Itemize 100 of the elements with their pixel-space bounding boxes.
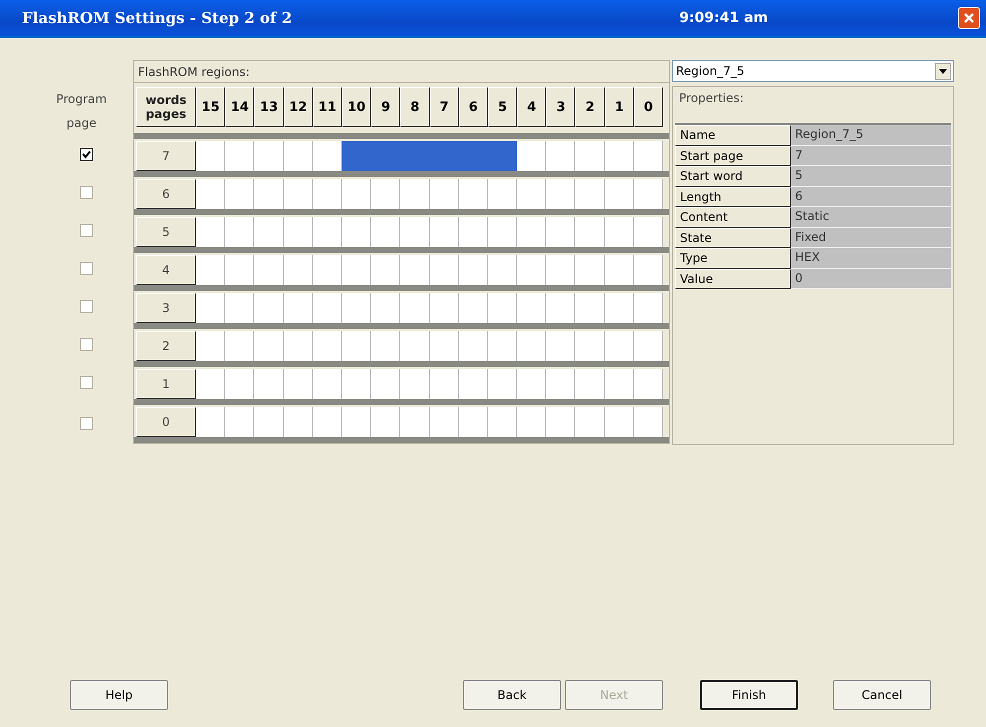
word-cell[interactable] — [371, 369, 400, 399]
word-cell[interactable] — [517, 255, 546, 285]
word-cell[interactable] — [312, 141, 342, 171]
word-cell[interactable] — [371, 217, 400, 247]
word-cell[interactable] — [430, 179, 459, 209]
word-cell[interactable] — [312, 293, 342, 323]
word-cell[interactable] — [546, 293, 576, 323]
word-cell[interactable] — [634, 255, 663, 285]
word-cell[interactable] — [342, 293, 372, 323]
program-checkbox[interactable] — [80, 300, 93, 312]
program-checkbox[interactable] — [80, 338, 93, 350]
word-cell[interactable] — [488, 255, 518, 285]
word-cell[interactable] — [342, 179, 372, 209]
word-cell[interactable] — [517, 293, 546, 323]
word-cell[interactable] — [284, 369, 313, 399]
word-cell[interactable] — [284, 141, 313, 171]
word-cell[interactable] — [312, 217, 342, 247]
page-row-header[interactable]: 3 — [136, 293, 196, 323]
word-cell[interactable] — [371, 407, 400, 437]
word-cell[interactable] — [575, 331, 605, 361]
word-cell[interactable] — [458, 255, 488, 285]
word-cell[interactable] — [312, 331, 342, 361]
word-cell[interactable] — [254, 407, 284, 437]
word-cell[interactable] — [575, 141, 605, 171]
word-cell[interactable] — [225, 369, 254, 399]
word-cell[interactable] — [284, 407, 313, 437]
word-cell[interactable] — [400, 217, 430, 247]
word-cell[interactable] — [546, 369, 576, 399]
word-cell[interactable] — [458, 179, 488, 209]
word-cell[interactable] — [604, 179, 634, 209]
word-cell[interactable] — [546, 217, 576, 247]
dialog-button[interactable]: Cancel — [833, 680, 931, 710]
dialog-button[interactable]: Back — [463, 680, 561, 710]
word-cell[interactable] — [342, 369, 372, 399]
word-cell[interactable] — [575, 293, 605, 323]
word-cell[interactable] — [546, 179, 576, 209]
word-cell[interactable] — [575, 255, 605, 285]
word-cell[interactable] — [225, 217, 254, 247]
word-cell[interactable] — [634, 369, 663, 399]
word-cell[interactable] — [400, 293, 430, 323]
word-cell[interactable] — [225, 255, 254, 285]
word-cell[interactable] — [517, 179, 546, 209]
word-cell[interactable] — [371, 331, 400, 361]
word-cell[interactable] — [458, 407, 488, 437]
region-dropdown[interactable]: Region_7_5 — [672, 60, 954, 82]
word-cell[interactable] — [284, 255, 313, 285]
program-checkbox[interactable] — [80, 186, 93, 198]
word-cell[interactable] — [634, 217, 663, 247]
word-cell[interactable] — [488, 179, 518, 209]
word-cell[interactable] — [430, 255, 459, 285]
word-cell[interactable] — [575, 179, 605, 209]
page-row-header[interactable]: 0 — [136, 407, 196, 437]
word-cell[interactable] — [488, 407, 518, 437]
word-cell[interactable] — [196, 141, 226, 171]
word-cell[interactable] — [458, 217, 488, 247]
word-cell[interactable] — [254, 255, 284, 285]
word-cell[interactable] — [575, 407, 605, 437]
word-cell[interactable] — [517, 369, 546, 399]
word-cell[interactable] — [400, 255, 430, 285]
dialog-button[interactable]: Finish — [700, 680, 798, 710]
word-cell[interactable] — [575, 217, 605, 247]
word-cell[interactable] — [196, 407, 226, 437]
word-cell[interactable] — [430, 331, 459, 361]
word-cell[interactable] — [604, 407, 634, 437]
word-cell[interactable] — [284, 293, 313, 323]
word-cell[interactable] — [254, 293, 284, 323]
word-cell[interactable] — [546, 331, 576, 361]
word-cell[interactable] — [196, 369, 226, 399]
word-cell[interactable] — [312, 407, 342, 437]
word-cell[interactable] — [634, 141, 663, 171]
word-cell[interactable] — [254, 179, 284, 209]
program-checkbox[interactable] — [80, 148, 93, 160]
word-cell[interactable] — [196, 293, 226, 323]
word-cell[interactable] — [604, 217, 634, 247]
word-cell[interactable] — [488, 141, 518, 171]
word-cell[interactable] — [604, 141, 634, 171]
word-cell[interactable] — [575, 369, 605, 399]
word-cell[interactable] — [196, 217, 226, 247]
word-cell[interactable] — [254, 331, 284, 361]
page-row-header[interactable]: 6 — [136, 179, 196, 209]
word-cell[interactable] — [196, 179, 226, 209]
word-cell[interactable] — [430, 217, 459, 247]
word-cell[interactable] — [430, 407, 459, 437]
dialog-button[interactable]: Help — [70, 680, 168, 710]
word-cell[interactable] — [458, 293, 488, 323]
word-cell[interactable] — [400, 179, 430, 209]
word-cell[interactable] — [196, 331, 226, 361]
page-row-header[interactable]: 5 — [136, 217, 196, 247]
word-cell[interactable] — [342, 141, 372, 171]
word-cell[interactable] — [371, 179, 400, 209]
word-cell[interactable] — [430, 293, 459, 323]
word-cell[interactable] — [604, 331, 634, 361]
word-cell[interactable] — [458, 331, 488, 361]
word-cell[interactable] — [312, 179, 342, 209]
page-row-header[interactable]: 1 — [136, 369, 196, 399]
word-cell[interactable] — [488, 217, 518, 247]
page-row-header[interactable]: 7 — [136, 141, 196, 171]
program-checkbox[interactable] — [80, 417, 93, 430]
word-cell[interactable] — [517, 217, 546, 247]
word-cell[interactable] — [634, 407, 663, 437]
